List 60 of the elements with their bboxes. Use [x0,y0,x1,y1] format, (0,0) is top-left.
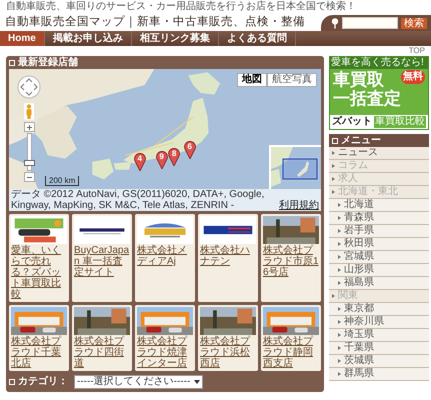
menu-item[interactable]: 岩手県 [328,225,429,238]
category-label: カテゴリ： [18,376,68,388]
shop-card[interactable]: 愛車、いくらで売れる？ズバット車買取比較 [9,214,69,302]
menu-item[interactable]: 東京都 [328,303,429,316]
shop-link[interactable]: BuyCarJapan 車一括査定サイト [74,245,130,278]
menu-item[interactable]: 青森県 [328,212,429,225]
section-title: 最新登録店舗 [18,56,78,68]
shop-link[interactable]: 株式会社プラウド静岡西支店 [262,336,319,369]
shop-card[interactable]: BuyCarJapan 車一括査定サイト [72,214,132,302]
square-icon [9,60,15,66]
top-link[interactable]: TOP [408,46,425,56]
menu-item[interactable]: 山形県 [328,264,429,277]
shop-card[interactable]: 株式会社プラウド四街道 [72,305,132,371]
terms-link[interactable]: 利用規約 [278,200,319,211]
menu-item[interactable]: 千葉県 [328,342,429,355]
square-icon [9,378,15,384]
shop-link[interactable]: 愛車、いくらで売れる？ズバット車買取比較 [11,245,67,300]
menu-item[interactable]: 神奈川県 [328,316,429,329]
ad-headline: 愛車を高く売るなら! [330,57,428,69]
shop-link[interactable]: 株式会社メディアAj [136,245,193,267]
menu-item[interactable]: ニュース [328,147,429,160]
attribution-text: データ ©2012 AutoNavi, GS(2011)6020, DATA+, Google, Kingway, MapKing, SK M&C, Tele Atlas, ZENRIN - [11,189,266,211]
shop-link[interactable]: 株式会社プラウド千葉北店 [11,336,67,369]
menu-title: メニュー [340,134,381,146]
menu-item[interactable]: 群馬県 [328,368,429,381]
square-icon [332,138,338,144]
tagline-text: 自動車販売、車回りのサービス・カー用品販売を行うお店を日本全国で検索！ [5,0,357,13]
nav-tab[interactable]: 掲載お申し込み [44,31,132,46]
menu-item[interactable]: 福島県 [328,277,429,290]
shop-card[interactable]: 株式会社プラウド焼津インター店 [134,305,195,371]
search-field[interactable] [342,17,398,29]
ad-title: 一括査定 [332,89,401,108]
menu-item[interactable]: 北海道 [328,199,429,212]
brand-name: ズバット [332,116,372,128]
category-select[interactable]: -----選択してください----- [74,374,204,388]
shop-card[interactable]: 株式会社ハナテン [198,214,258,302]
ad-title: 車買取 [332,70,385,89]
nav-tab[interactable]: 相互リンク募集 [132,31,219,46]
site-title[interactable]: 自動車販売全国マップ｜新車・中古車販売、点検・整備 [0,13,305,31]
shop-link[interactable]: 株式会社プラウド浜松西店 [200,336,256,369]
nav-tab[interactable]: よくある質問 [218,31,296,46]
menu-item[interactable]: 秋田県 [328,238,429,251]
menu-item[interactable]: 埼玉県 [328,329,429,342]
brand-tag: 車買取比較 [374,116,426,128]
search-icon [331,17,339,29]
nav-tab[interactable]: Home [0,31,45,46]
shop-card[interactable]: 株式会社プラウド市原16号店 [260,214,321,302]
shop-card[interactable]: 株式会社メディアAj [134,214,195,302]
shop-card[interactable]: 株式会社プラウド浜松西店 [198,305,258,371]
ad-banner[interactable]: 愛車を高く売るなら! 車買取 一括査定 無料 ズバット 車買取比較 [328,56,429,130]
shop-link[interactable]: 株式会社プラウド市原16号店 [262,245,319,278]
shop-link[interactable]: 株式会社プラウド焼津インター店 [136,336,193,369]
menu-item[interactable]: 宮城県 [328,251,429,264]
free-badge: 無料 [401,70,425,84]
search-button[interactable]: 検索 [401,18,427,28]
shop-card[interactable]: 株式会社プラウド千葉北店 [9,305,69,371]
menu-item[interactable]: 茨城県 [328,355,429,368]
shop-link[interactable]: 株式会社プラウド四街道 [74,336,130,369]
shop-card[interactable]: 株式会社プラウド静岡西支店 [260,305,321,371]
shop-link[interactable]: 株式会社ハナテン [200,245,256,267]
